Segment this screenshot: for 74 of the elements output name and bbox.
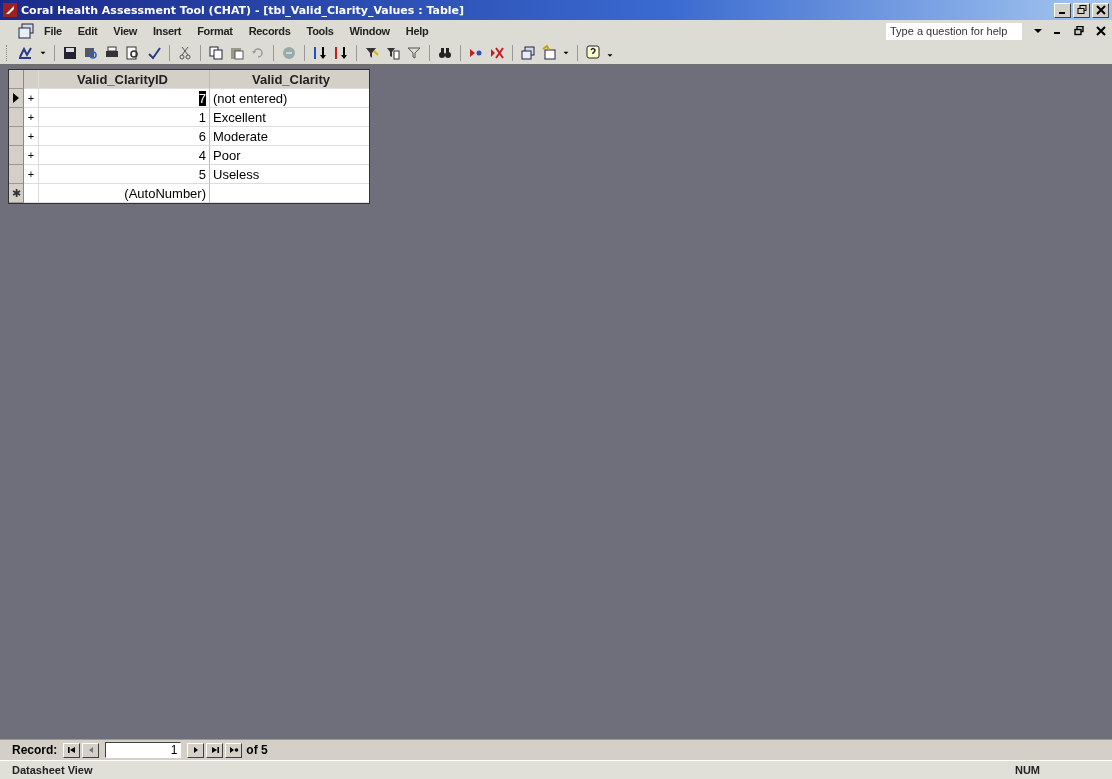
cut-icon[interactable]	[176, 45, 194, 61]
table-cell: 7	[39, 89, 210, 108]
expand-toggle[interactable]: +	[24, 108, 39, 127]
menu-item[interactable]: View	[113, 25, 137, 37]
window-icon[interactable]	[18, 23, 34, 39]
menu-item[interactable]: Tools	[306, 25, 334, 37]
expand-toggle[interactable]: +	[24, 165, 39, 184]
dropdown-arrow-icon[interactable]	[1034, 27, 1042, 35]
binoculars-icon[interactable]	[436, 45, 454, 61]
num-lock-indicator: NUM	[1014, 764, 1040, 776]
status-text: Datasheet View	[12, 764, 93, 776]
menu-item[interactable]: Edit	[77, 25, 98, 37]
new-object-icon[interactable]	[540, 45, 558, 61]
first-record-icon	[66, 745, 77, 755]
header-corner	[9, 70, 24, 89]
copy-icon[interactable]	[207, 45, 225, 61]
delete-record-icon[interactable]	[488, 45, 506, 61]
next-record-button[interactable]	[187, 742, 205, 758]
menu-item[interactable]: Window	[349, 25, 390, 37]
sort-ascending-icon[interactable]	[311, 45, 329, 61]
sort-descending-icon[interactable]	[332, 45, 350, 61]
column-header[interactable]: Valid_Clarity	[210, 70, 369, 89]
filter-form-icon[interactable]	[384, 45, 402, 61]
spelling-icon[interactable]	[145, 45, 163, 61]
database-window-icon[interactable]	[519, 45, 537, 61]
table-cell: Poor	[210, 146, 369, 165]
menu-item[interactable]: File	[44, 25, 62, 37]
record-selector[interactable]	[9, 89, 24, 108]
menu-item[interactable]: Records	[248, 25, 291, 37]
help-search-field[interactable]: Type a question for help	[886, 22, 1022, 40]
record-count: of 5	[246, 743, 268, 757]
header-corner	[24, 70, 39, 89]
last-record-button[interactable]	[206, 742, 224, 758]
help-icon[interactable]	[584, 45, 602, 61]
expand-toggle[interactable]: +	[24, 89, 39, 108]
close-icon[interactable]	[1096, 26, 1106, 36]
menu-item[interactable]: Format	[197, 25, 233, 37]
table-cell: 1	[39, 108, 210, 127]
previous-record-button[interactable]	[82, 742, 100, 758]
table-cell: 5	[39, 165, 210, 184]
funnel-icon[interactable]	[405, 45, 423, 61]
new-record-marker: ✱	[9, 184, 24, 203]
minimize-icon	[1058, 12, 1065, 14]
table-cell: 6	[39, 127, 210, 146]
first-record-button[interactable]	[63, 742, 81, 758]
last-record-icon	[209, 745, 220, 755]
new-record-icon	[228, 745, 239, 755]
table-cell: Moderate	[210, 127, 369, 146]
close-icon	[1095, 5, 1106, 15]
expand-toggle[interactable]: +	[24, 127, 39, 146]
paste-icon[interactable]	[228, 45, 246, 61]
minimize-button[interactable]	[1054, 2, 1071, 18]
save-icon[interactable]	[61, 45, 79, 61]
empty-cell	[24, 184, 39, 203]
table-cell: (not entered)	[210, 89, 369, 108]
column-header[interactable]: Valid_ClarityID	[39, 70, 210, 89]
app-icon	[3, 3, 17, 17]
table-cell: Excellent	[210, 108, 369, 127]
close-button[interactable]	[1092, 2, 1109, 18]
current-record-arrow-icon	[12, 93, 20, 103]
menu-item[interactable]: Help	[405, 25, 429, 37]
table-cell: (AutoNumber)	[39, 184, 210, 203]
menu-item[interactable]: Insert	[153, 25, 182, 37]
window-title: Coral Health Assessment Tool (CHAT) - [tbl_Valid_Clarity_Values : Table]	[21, 3, 466, 17]
view-icon[interactable]	[17, 45, 35, 61]
restore-icon[interactable]	[1074, 26, 1084, 36]
record-number-field[interactable]: 1	[105, 742, 182, 758]
restore-button[interactable]	[1073, 2, 1090, 18]
restore-icon	[1076, 5, 1087, 15]
new-record-button[interactable]	[225, 742, 243, 758]
record-label: Record:	[12, 743, 58, 757]
expand-toggle[interactable]: +	[24, 146, 39, 165]
table-cell: Useless	[210, 165, 369, 184]
table-cell: 4	[39, 146, 210, 165]
